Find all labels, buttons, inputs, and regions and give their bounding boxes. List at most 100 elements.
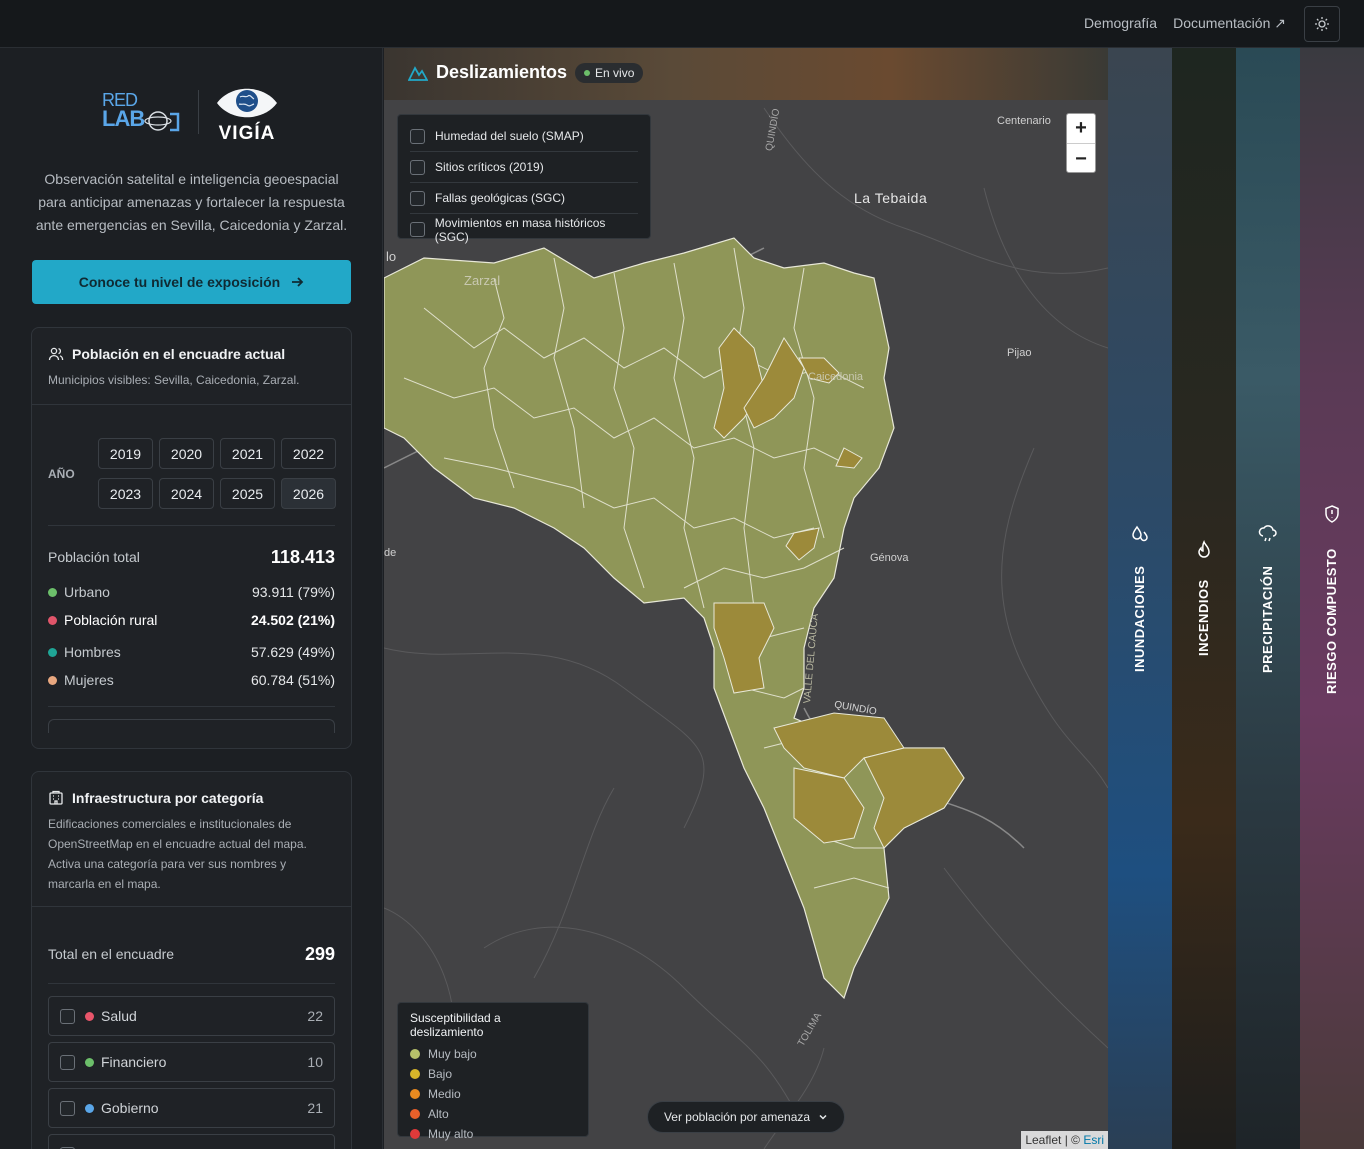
year-2023-button[interactable]: 2023 [98, 478, 153, 509]
mountain-icon [408, 65, 428, 81]
strip-label-riesgo-compuesto: RIESGO COMPUESTO [1324, 548, 1339, 694]
men-dot [48, 648, 57, 657]
strip-label-precipitacion: PRECIPITACIÓN [1260, 565, 1275, 673]
year-2022-button[interactable]: 2022 [281, 438, 336, 469]
intro-description: Observación satelital e inteligencia geo… [35, 171, 348, 233]
legend-item: Alto [410, 1104, 576, 1124]
checkbox[interactable] [60, 1100, 75, 1116]
flame-icon [1198, 540, 1210, 558]
legend-item: Muy bajo [410, 1044, 576, 1064]
infrastructure-total-row: Total en el encuadre 299 [48, 943, 335, 964]
eye-globe-icon [217, 88, 277, 118]
strip-precipitacion[interactable]: PRECIPITACIÓN [1236, 48, 1300, 1149]
legend-item: Bajo [410, 1064, 576, 1084]
strip-label-inundaciones: INUNDACIONES [1132, 565, 1147, 672]
nav-documentacion-link[interactable]: Documentación ↗ [1173, 15, 1286, 32]
infra-item-salud[interactable]: Salud 22 [48, 996, 335, 1036]
zoom-in-button[interactable]: + [1067, 114, 1095, 144]
year-options: 2019 2020 2021 2022 2023 2024 2025 2026 [98, 438, 336, 509]
building-icon [49, 790, 63, 805]
map-label-genova: Génova [870, 552, 909, 564]
checkbox[interactable] [60, 1054, 75, 1070]
leaflet-link[interactable]: Leaflet [1025, 1133, 1061, 1147]
top-nav: Demografía Documentación ↗ [1084, 15, 1286, 32]
year-label: AÑO [48, 466, 75, 481]
layer-mass-movements[interactable]: Movimientos en masa históricos (SGC) [410, 214, 638, 245]
map-label-zarzal: Zarzal [464, 273, 501, 288]
layer-control: Humedad del suelo (SMAP) Sitios críticos… [397, 114, 651, 244]
legend-item: Muy alto [410, 1124, 576, 1144]
year-2019-button[interactable]: 2019 [98, 438, 153, 469]
divider [48, 706, 335, 707]
checkbox[interactable] [410, 190, 425, 206]
women-row: Mujeres 60.784 (51%) [48, 670, 335, 690]
map-label-pijao: Pijao [1007, 347, 1032, 359]
logo-divider [198, 90, 199, 134]
strip-inundaciones[interactable]: INUNDACIONES [1108, 48, 1172, 1149]
checkbox[interactable] [60, 1008, 75, 1024]
layer-geological-faults[interactable]: Fallas geológicas (SGC) [410, 183, 638, 214]
layer-soil-moisture[interactable]: Humedad del suelo (SMAP) [410, 121, 638, 152]
arrow-right-icon [292, 277, 304, 287]
strip-incendios[interactable]: INCENDIOS [1172, 48, 1236, 1149]
map-label-tebaida: La Tebaida [854, 190, 928, 206]
population-total-row: Población total 118.413 [48, 546, 335, 567]
map-attribution: Leaflet | © Esri [1021, 1131, 1108, 1149]
year-2024-button[interactable]: 2024 [159, 478, 214, 509]
live-dot [584, 69, 591, 76]
population-card-header: Población en el encuadre actual Municipi… [32, 328, 351, 405]
year-2020-button[interactable]: 2020 [159, 438, 214, 469]
rural-dot [48, 616, 57, 625]
collapsed-panel[interactable] [48, 719, 335, 733]
population-card-subtitle: Municipios visibles: Sevilla, Caicedonia… [48, 373, 300, 387]
sun-icon [1315, 17, 1329, 31]
legend-swatch [410, 1049, 420, 1059]
zoom-control: + − [1066, 113, 1096, 173]
infra-item-partial[interactable] [48, 1134, 335, 1149]
top-bar: Demografía Documentación ↗ [0, 0, 1364, 48]
checkbox[interactable] [410, 128, 425, 144]
year-2026-button[interactable]: 2026 [281, 478, 336, 509]
cta-label: Conoce tu nivel de exposición [78, 274, 281, 290]
robot-globe-icon [144, 111, 180, 132]
esri-link[interactable]: Esri [1083, 1133, 1104, 1147]
year-2025-button[interactable]: 2025 [220, 478, 275, 509]
strip-label-incendios: INCENDIOS [1196, 579, 1211, 656]
legend-swatch [410, 1069, 420, 1079]
urban-row: Urbano 93.911 (79%) [48, 582, 335, 602]
legend-item: Medio [410, 1084, 576, 1104]
susceptibility-legend: Susceptibilidad a deslizamiento Muy bajo… [397, 1002, 589, 1141]
infrastructure-card: Infraestructura por categoría Edificacio… [31, 771, 352, 1149]
vigia-logo: VIGÍA [215, 86, 285, 144]
map-label-centenario: Centenario [997, 115, 1051, 127]
year-selector: AÑO 2019 2020 2021 2022 2023 2024 2025 2… [48, 438, 336, 509]
population-card-title: Población en el encuadre actual [48, 346, 335, 362]
strip-riesgo-compuesto[interactable]: RIESGO COMPUESTO [1300, 48, 1364, 1149]
layer-critical-sites[interactable]: Sitios críticos (2019) [410, 152, 638, 183]
live-badge: En vivo [575, 62, 644, 83]
men-row: Hombres 57.629 (49%) [48, 642, 335, 662]
population-card: Población en el encuadre actual Municipi… [31, 327, 352, 749]
checkbox[interactable] [410, 159, 425, 175]
financiero-dot [85, 1057, 94, 1067]
gobierno-dot [85, 1103, 94, 1113]
sidebar: RED LAB VIGÍA Observación satelital e in… [0, 48, 383, 1149]
infra-item-gobierno[interactable]: Gobierno 21 [48, 1088, 335, 1128]
theme-toggle-button[interactable] [1304, 6, 1340, 42]
map[interactable]: La Tebaida Centenario Pijao Génova Zarza… [384, 48, 1108, 1149]
map-header: Deslizamientos En vivo [384, 48, 1108, 100]
zoom-out-button[interactable]: − [1067, 144, 1095, 174]
year-2021-button[interactable]: 2021 [220, 438, 275, 469]
users-icon [48, 347, 64, 361]
population-by-hazard-button[interactable]: Ver población por amenaza [647, 1101, 845, 1133]
map-title: Deslizamientos En vivo [408, 62, 644, 83]
checkbox[interactable] [410, 222, 425, 237]
exposure-cta-button[interactable]: Conoce tu nivel de exposición [32, 260, 351, 304]
women-dot [48, 676, 57, 685]
map-label-lo: lo [386, 249, 397, 264]
rural-row[interactable]: Población rural 24.502 (21%) [48, 610, 335, 630]
infra-item-financiero[interactable]: Financiero 10 [48, 1042, 335, 1082]
nav-demografia-link[interactable]: Demografía [1084, 15, 1157, 32]
infrastructure-card-title: Infraestructura por categoría [48, 790, 335, 806]
map-label-de: de [384, 547, 397, 559]
